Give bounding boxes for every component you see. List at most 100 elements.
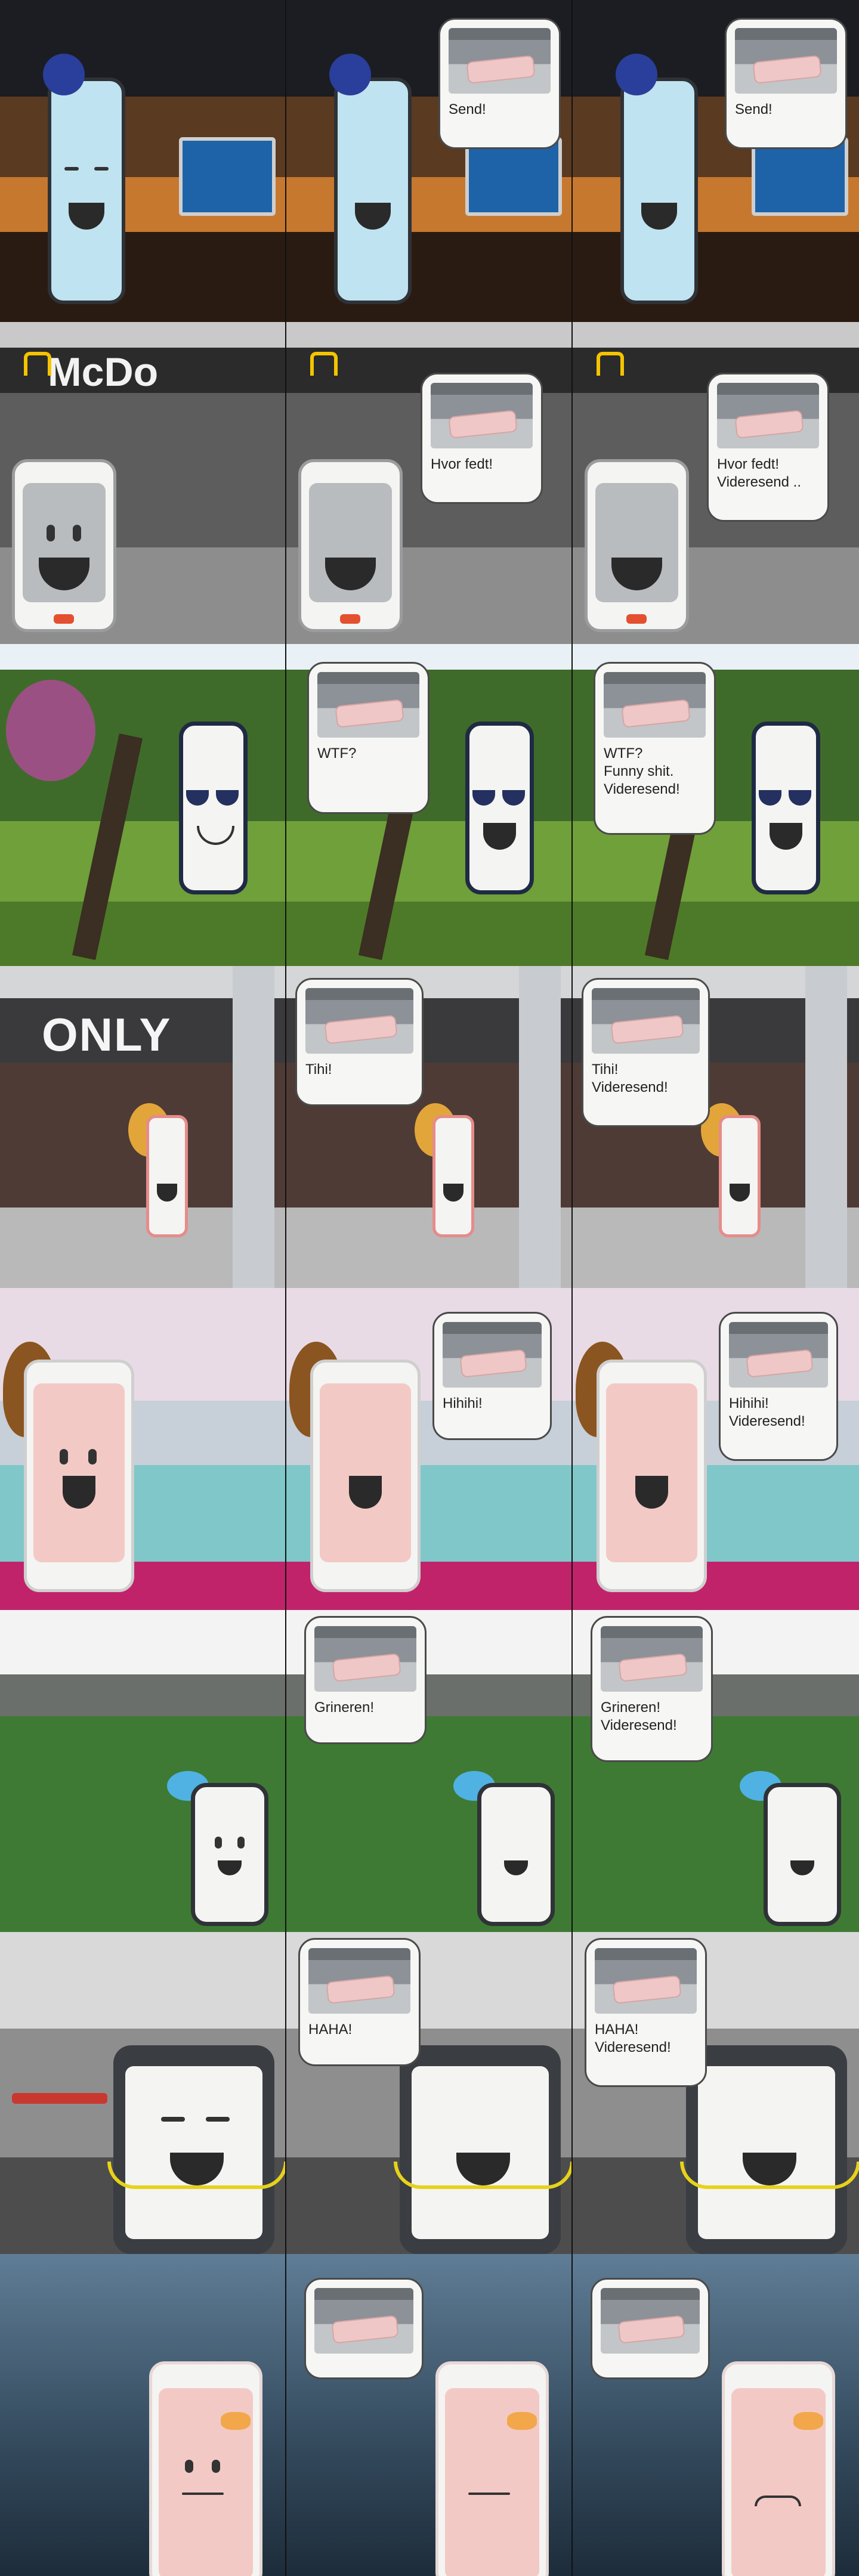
- row-office: Send! Send!: [0, 0, 859, 322]
- speech-bubble: HAHA! Videresend!: [585, 1938, 707, 2087]
- phone-character-pink-bow: [435, 2361, 549, 2576]
- phone-character-silver: [12, 459, 116, 632]
- panel-bedroom-1: [0, 1288, 286, 1610]
- bubble-text: HAHA! Videresend!: [595, 2021, 671, 2055]
- bubble-text: Hihihi!: [443, 1395, 483, 1411]
- panel-mcdonalds-1: McDo: [0, 322, 286, 644]
- bubble-text: Grineren! Videresend!: [601, 1699, 677, 1733]
- phone-character-pink: [701, 1103, 761, 1237]
- phone-character-white: [752, 722, 820, 894]
- phone-character-white: [465, 722, 534, 894]
- panel-office-1: [0, 0, 286, 322]
- phone-character-pink-bow: [722, 2361, 835, 2576]
- bubble-text: Send!: [449, 101, 486, 117]
- golden-arches-icon: [597, 352, 624, 376]
- speech-bubble: Hihihi! Videresend!: [719, 1312, 838, 1461]
- phone-character-silver: [585, 459, 689, 632]
- speech-bubble: HAHA!: [298, 1938, 421, 2066]
- panel-mcdonalds-3: Hvor fedt! Videresend ..: [573, 322, 859, 644]
- golden-arches-icon: [24, 352, 51, 376]
- cap-icon: [43, 54, 85, 95]
- shared-photo-thumbnail: [308, 1948, 410, 2014]
- panel-stadium-1: [0, 1610, 286, 1932]
- gold-chain-icon: [680, 2162, 859, 2189]
- store-sign: ONLY: [42, 1008, 172, 1061]
- panel-rain-1: [0, 2254, 286, 2576]
- shared-photo-thumbnail: [595, 1948, 697, 2014]
- speech-bubble: Hvor fedt! Videresend ..: [707, 373, 829, 522]
- phone-character-pink: [128, 1103, 188, 1237]
- bowtie-icon: [54, 614, 74, 624]
- bubble-text: Send!: [735, 101, 773, 117]
- panel-mall-1: ONLY: [0, 966, 286, 1288]
- phone-character-blue: [329, 54, 412, 304]
- shared-photo-thumbnail: [431, 383, 533, 448]
- bubble-text: Hvor fedt! Videresend ..: [717, 456, 801, 490]
- shared-photo-thumbnail: [735, 28, 837, 94]
- panel-office-2: Send!: [286, 0, 573, 322]
- bubble-text: WTF?: [317, 745, 357, 761]
- panel-gym-3: HAHA! Videresend!: [573, 1932, 859, 2254]
- row-mcdonalds: McDo Hvor fedt! Hvor fedt! Videresend ..: [0, 322, 859, 644]
- bowtie-icon: [340, 614, 360, 624]
- speech-bubble: Hihihi!: [432, 1312, 552, 1440]
- speech-bubble: Tihi! Videresend!: [582, 978, 710, 1127]
- shared-photo-thumbnail: [729, 1322, 828, 1388]
- bow-icon: [221, 2412, 251, 2430]
- panel-park-1: [0, 644, 286, 966]
- shared-photo-thumbnail: [592, 988, 700, 1054]
- gold-chain-icon: [394, 2162, 571, 2189]
- gold-chain-icon: [107, 2162, 285, 2189]
- shared-photo-thumbnail: [314, 2288, 413, 2354]
- panel-mall-3: Tihi! Videresend!: [573, 966, 859, 1288]
- row-gym: HAHA! HAHA! Videresend!: [0, 1932, 859, 2254]
- phone-character-silver: [298, 459, 403, 632]
- speech-bubble: WTF? Funny shit. Videresend!: [594, 662, 716, 835]
- panel-gym-2: HAHA!: [286, 1932, 573, 2254]
- shared-photo-thumbnail: [601, 1626, 703, 1692]
- row-bedroom: Hihihi! Hihihi! Videresend!: [0, 1288, 859, 1610]
- phone-character-pink-bow: [149, 2361, 262, 2576]
- phone-character-dark: [680, 2045, 859, 2254]
- panel-park-3: WTF? Funny shit. Videresend!: [573, 644, 859, 966]
- phone-character-pink-tall: [289, 1342, 421, 1592]
- shared-photo-thumbnail: [717, 383, 819, 448]
- row-stadium: Grineren! Grineren! Videresend!: [0, 1610, 859, 1932]
- bubble-text: Tihi! Videresend!: [592, 1061, 668, 1095]
- cap-icon: [329, 54, 371, 95]
- speech-bubble: [304, 2278, 424, 2379]
- panel-mall-2: Tihi!: [286, 966, 573, 1288]
- speech-bubble: Send!: [725, 18, 847, 149]
- panel-park-2: WTF?: [286, 644, 573, 966]
- speech-bubble: Grineren!: [304, 1616, 427, 1744]
- bubble-text: WTF? Funny shit. Videresend!: [604, 745, 680, 797]
- shared-photo-thumbnail: [305, 988, 413, 1054]
- bowtie-icon: [626, 614, 647, 624]
- phone-character-white-cap: [167, 1771, 268, 1926]
- phone-character-pink-tall: [3, 1342, 134, 1592]
- cap-icon: [616, 54, 657, 95]
- panel-gym-1: [0, 1932, 286, 2254]
- phone-character-blue: [616, 54, 698, 304]
- comic-strip: Send! Send! McDo Hvor fedt! Hvor fedt! V…: [0, 0, 859, 2576]
- row-park: WTF? WTF? Funny shit. Videresend!: [0, 644, 859, 966]
- phone-character-pink-tall: [576, 1342, 707, 1592]
- bow-icon: [793, 2412, 823, 2430]
- phone-character-dark: [107, 2045, 285, 2254]
- shared-photo-thumbnail: [443, 1322, 542, 1388]
- shared-photo-thumbnail: [601, 2288, 700, 2354]
- panel-stadium-3: Grineren! Videresend!: [573, 1610, 859, 1932]
- panel-bedroom-2: Hihihi!: [286, 1288, 573, 1610]
- speech-bubble: WTF?: [307, 662, 430, 814]
- shared-photo-thumbnail: [317, 672, 419, 738]
- phone-character-white-cap: [740, 1771, 841, 1926]
- store-sign: McDo: [48, 349, 159, 395]
- phone-character-blue: [43, 54, 125, 304]
- bubble-text: Grineren!: [314, 1699, 375, 1716]
- bow-icon: [507, 2412, 537, 2430]
- bubble-text: Hvor fedt!: [431, 456, 493, 472]
- phone-character-white-cap: [453, 1771, 555, 1926]
- phone-character-pink: [415, 1103, 474, 1237]
- shared-photo-thumbnail: [449, 28, 551, 94]
- row-rain: [0, 2254, 859, 2576]
